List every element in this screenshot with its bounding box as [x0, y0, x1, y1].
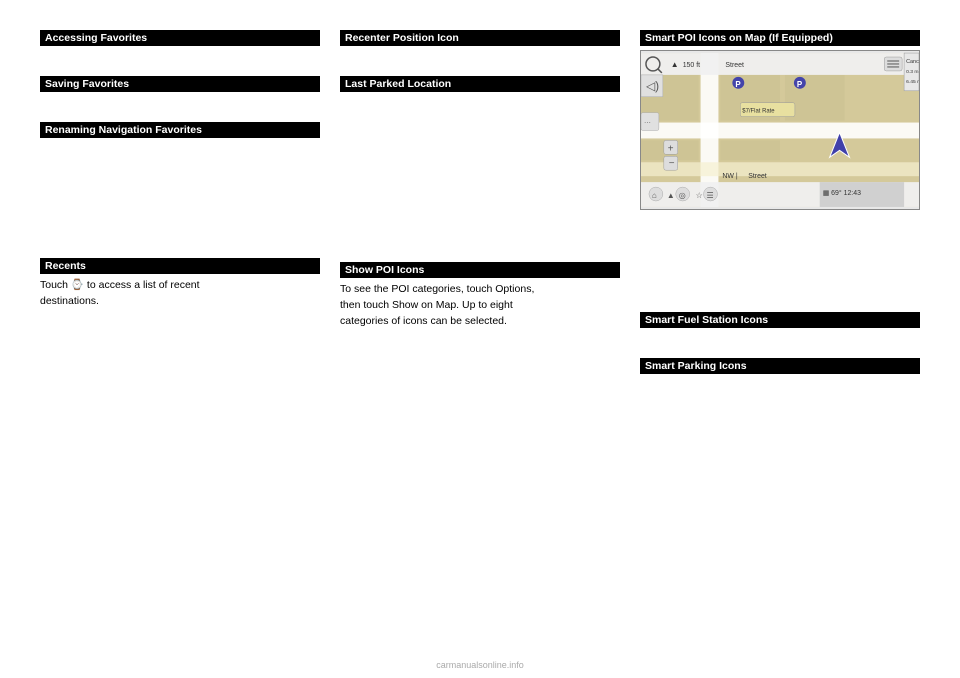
smart-parking-section: Smart Parking Icons [640, 358, 920, 380]
svg-text:▦ 69° 12:43: ▦ 69° 12:43 [823, 189, 861, 197]
show-poi-icons-content: To see the POI categories, touch Options… [340, 282, 620, 329]
svg-text:NW |: NW | [722, 173, 737, 180]
accessing-favorites-header: Accessing Favorites [40, 30, 320, 46]
svg-text:Cancel: Cancel [906, 59, 919, 65]
col1-spacer [40, 168, 320, 248]
svg-text:0.3 m: 0.3 m [906, 69, 918, 75]
recents-header: Recents [40, 258, 320, 274]
svg-text:⌂: ⌂ [652, 191, 657, 200]
recents-content: Touch ⌚ to access a list of recentdestin… [40, 278, 320, 310]
last-parked-section: Last Parked Location [340, 76, 620, 98]
map-graphic: ▲ 150 ft Street Cancel 0.3 m 6.45 m [641, 51, 919, 209]
recenter-position-header: Recenter Position Icon [340, 30, 620, 46]
show-poi-icons-header: Show POI Icons [340, 262, 620, 278]
col2-spacer [340, 122, 620, 252]
smart-parking-header: Smart Parking Icons [640, 358, 920, 374]
accessing-favorites-section: Accessing Favorites [40, 30, 320, 52]
recents-section: Recents Touch ⌚ to access a list of rece… [40, 258, 320, 316]
page-container: Accessing Favorites Saving Favorites Ren… [0, 0, 960, 678]
columns-layout: Accessing Favorites Saving Favorites Ren… [40, 30, 920, 394]
map-container: ▲ 150 ft Street Cancel 0.3 m 6.45 m [640, 50, 920, 210]
svg-text:◎: ◎ [679, 191, 686, 200]
saving-favorites-header: Saving Favorites [40, 76, 320, 92]
svg-text:···: ··· [644, 120, 651, 127]
column-2: Recenter Position Icon Last Parked Locat… [340, 30, 620, 394]
column-3: Smart POI Icons on Map (If Equipped) [640, 30, 920, 394]
recenter-position-section: Recenter Position Icon [340, 30, 620, 52]
svg-text:150 ft: 150 ft [683, 62, 700, 69]
svg-text:Street: Street [725, 62, 744, 69]
svg-text:Street: Street [748, 173, 767, 180]
svg-text:◁): ◁) [646, 79, 659, 93]
show-poi-icons-section: Show POI Icons To see the POI categories… [340, 262, 620, 335]
smart-poi-section: Smart POI Icons on Map (If Equipped) [640, 30, 920, 218]
svg-text:▲: ▲ [671, 60, 679, 69]
svg-text:+: + [668, 143, 674, 154]
renaming-nav-favorites-header: Renaming Navigation Favorites [40, 122, 320, 138]
svg-text:P: P [797, 80, 803, 89]
saving-favorites-section: Saving Favorites [40, 76, 320, 98]
svg-text:▲: ▲ [667, 191, 675, 200]
last-parked-header: Last Parked Location [340, 76, 620, 92]
smart-poi-header: Smart POI Icons on Map (If Equipped) [640, 30, 920, 46]
svg-text:☰: ☰ [707, 191, 714, 200]
renaming-nav-favorites-section: Renaming Navigation Favorites [40, 122, 320, 144]
smart-fuel-section: Smart Fuel Station Icons [640, 312, 920, 334]
column-1: Accessing Favorites Saving Favorites Ren… [40, 30, 320, 394]
svg-text:$7/Flat Rate: $7/Flat Rate [742, 109, 775, 115]
svg-text:6.45 m: 6.45 m [906, 79, 919, 85]
watermark: carmanualsonline.info [436, 660, 524, 670]
col3-spacer [640, 242, 920, 302]
svg-text:P: P [735, 80, 741, 89]
svg-text:−: − [669, 158, 675, 169]
smart-fuel-header: Smart Fuel Station Icons [640, 312, 920, 328]
svg-text:☆: ☆ [696, 191, 703, 200]
